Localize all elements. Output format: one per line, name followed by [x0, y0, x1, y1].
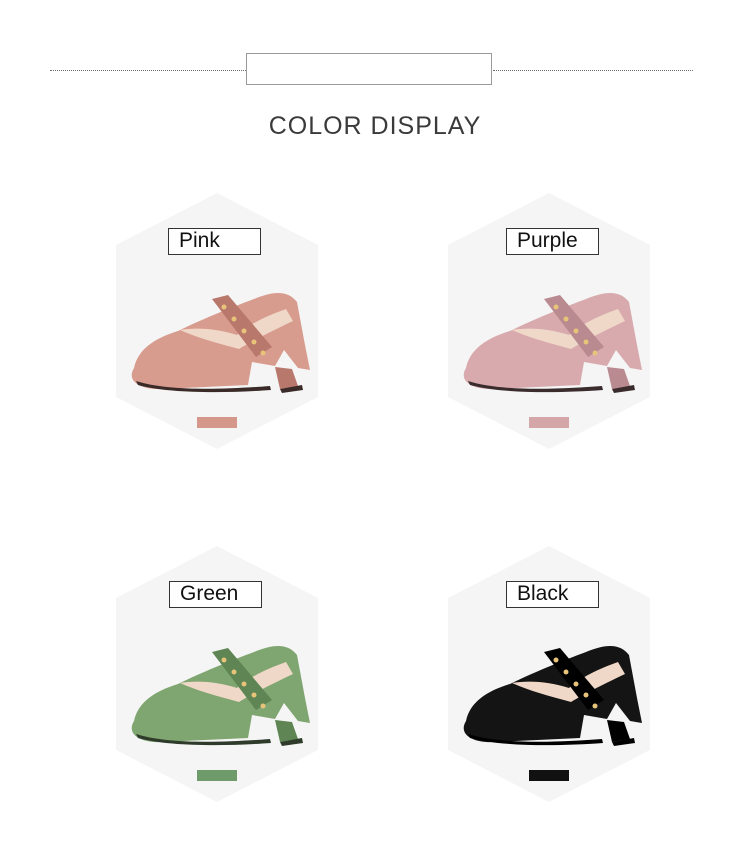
shoe-image-green: [131, 645, 310, 746]
color-swatch: [529, 770, 569, 781]
header: COLOR DISPLAY: [0, 0, 750, 160]
dotted-divider-right: [493, 70, 693, 71]
color-swatch: [197, 417, 237, 428]
dotted-divider-left: [50, 70, 246, 71]
shoe-image-purple: [463, 292, 642, 393]
color-card-green[interactable]: Green: [116, 546, 318, 802]
shoe-image-black: [463, 645, 642, 746]
color-label: Green: [169, 581, 262, 608]
page-title: COLOR DISPLAY: [268, 112, 482, 140]
shoe-image-pink: [131, 292, 310, 393]
color-label: Purple: [506, 228, 599, 255]
color-card-purple[interactable]: Purple: [448, 193, 650, 449]
color-card-pink[interactable]: Pink: [116, 193, 318, 449]
color-swatch: [197, 770, 237, 781]
title-frame: [246, 53, 492, 85]
color-swatch: [529, 417, 569, 428]
color-label: Pink: [168, 228, 261, 255]
color-card-black[interactable]: Black: [448, 546, 650, 802]
color-label: Black: [506, 581, 599, 608]
